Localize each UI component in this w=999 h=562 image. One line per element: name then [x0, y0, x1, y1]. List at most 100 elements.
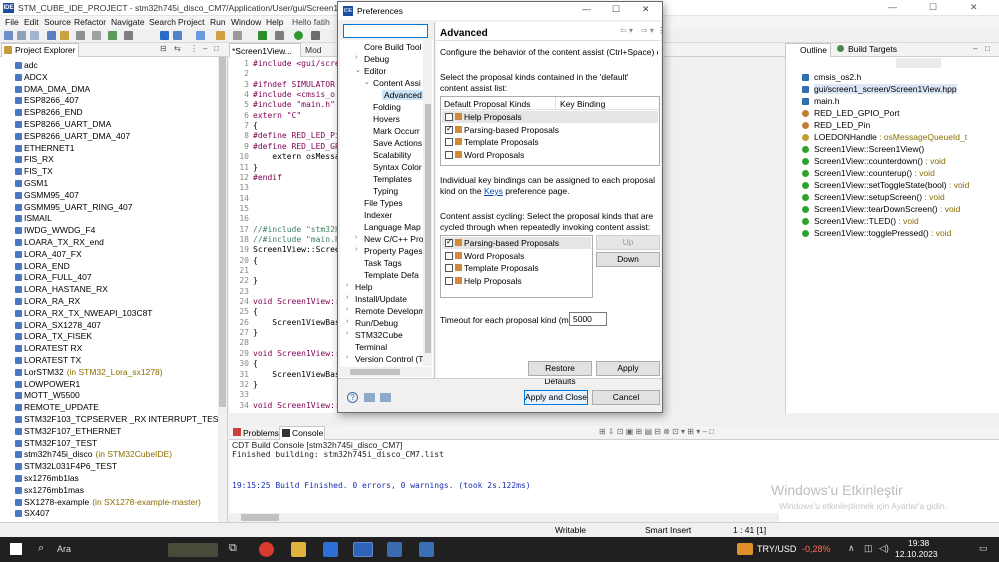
pref-tree-item[interactable]: File Types: [364, 198, 403, 208]
tree-hscroll-thumb[interactable]: [350, 369, 400, 375]
task-view-icon[interactable]: ⧉: [229, 542, 237, 555]
proposal-checkbox[interactable]: [445, 124, 453, 134]
outline-item[interactable]: RED_LED_Pin: [814, 120, 870, 130]
collapsed-arrow-icon[interactable]: ›: [346, 306, 348, 313]
collapsed-arrow-icon[interactable]: ›: [346, 354, 348, 361]
pref-tree-item[interactable]: Terminal: [355, 342, 387, 352]
pref-tree-item[interactable]: Advanced: [382, 90, 423, 100]
outline-item[interactable]: Screen1View::counterup() : void: [814, 168, 935, 178]
collapsed-arrow-icon[interactable]: ›: [355, 234, 357, 241]
pref-tree-item[interactable]: Editor: [364, 66, 386, 76]
pref-tree-item[interactable]: Typing: [373, 186, 398, 196]
code-line[interactable]: Screen1ViewBas: [253, 370, 337, 379]
down-button[interactable]: Down: [596, 252, 660, 267]
page-menu-icon[interactable]: ⋮: [657, 26, 665, 35]
proposal-row[interactable]: Parsing-based Proposals: [442, 237, 591, 249]
code-line[interactable]: void Screen1View::: [253, 401, 337, 410]
volume-icon[interactable]: ◁): [879, 543, 889, 554]
pref-tree-item[interactable]: Debug: [364, 54, 389, 64]
code-line[interactable]: Screen1ViewBas: [253, 318, 337, 327]
outline-item[interactable]: main.h: [814, 96, 840, 106]
pref-tree-item[interactable]: Folding: [373, 102, 401, 112]
restore-defaults-button[interactable]: Restore Defaults: [528, 361, 592, 386]
code-line[interactable]: }: [253, 328, 258, 337]
clock-date[interactable]: 12.10.2023: [895, 549, 938, 559]
export-icon[interactable]: [380, 393, 391, 402]
dialog-minimize-icon[interactable]: —: [582, 4, 591, 14]
project-item[interactable]: sx1276mb1las: [24, 473, 79, 483]
proposal-checkbox[interactable]: [445, 237, 453, 247]
project-item[interactable]: SX407: [24, 508, 50, 518]
pref-tree-item[interactable]: Core Build Tool: [364, 42, 422, 52]
help-icon[interactable]: ?: [347, 392, 358, 403]
pref-tree-item[interactable]: Help: [355, 282, 372, 292]
project-item[interactable]: STM32F107_TEST: [24, 438, 97, 448]
outline-item[interactable]: Screen1View::Screen1View(): [814, 144, 924, 154]
app-icon-3[interactable]: [419, 542, 434, 557]
dialog-sash[interactable]: [434, 22, 435, 378]
keys-link[interactable]: Keys: [484, 186, 503, 196]
stm32cubeide-icon[interactable]: [353, 542, 373, 557]
dialog-maximize-icon[interactable]: ☐: [612, 4, 620, 15]
show-hidden-icons-icon[interactable]: ∧: [848, 543, 855, 554]
expanded-arrow-icon[interactable]: ⌄: [355, 66, 361, 74]
code-line[interactable]: {: [253, 307, 258, 316]
outline-item[interactable]: Screen1View::setToggleState(bool) : void: [814, 180, 969, 190]
cancel-button[interactable]: Cancel: [592, 390, 660, 405]
outline-item[interactable]: Screen1View::togglePressed() : void: [814, 228, 951, 238]
preferences-filter-input[interactable]: [343, 24, 428, 38]
pref-tree-item[interactable]: Indexer: [364, 210, 392, 220]
proposal-row[interactable]: Help Proposals: [442, 275, 591, 287]
outline-item[interactable]: cmsis_os2.h: [814, 72, 861, 82]
pref-tree-item[interactable]: Task Tags: [364, 258, 402, 268]
code-line[interactable]: }: [253, 380, 258, 389]
proposal-checkbox[interactable]: [445, 113, 453, 121]
pref-tree-item[interactable]: Templates: [373, 174, 412, 184]
expanded-arrow-icon[interactable]: ⌄: [364, 78, 370, 86]
proposal-row[interactable]: Word Proposals: [442, 149, 658, 161]
proposal-row[interactable]: Word Proposals: [442, 250, 591, 262]
project-item[interactable]: SX1278-example (in SX1278-example-master): [24, 497, 201, 507]
col-default-kinds[interactable]: Default Proposal Kinds: [444, 99, 530, 109]
outline-item[interactable]: gui/screen1_screen/Screen1View.hpp: [814, 84, 957, 94]
cubemx-icon[interactable]: [323, 542, 338, 557]
windows-start-icon[interactable]: [10, 543, 22, 555]
nav-forward-icon[interactable]: ⇨ ▾: [641, 26, 654, 35]
proposal-checkbox[interactable]: [445, 264, 453, 272]
pref-tree-item[interactable]: Content Assi: [373, 78, 421, 88]
up-button[interactable]: Up: [596, 235, 660, 250]
tab-console[interactable]: Console: [279, 426, 325, 440]
proposal-checkbox[interactable]: [445, 138, 453, 146]
project-item[interactable]: STM32F103_TCPSERVER _RX INTERRUPT_TEST: [24, 414, 218, 424]
project-item[interactable]: sx1276mb1mas: [24, 485, 84, 495]
apply-and-close-button[interactable]: Apply and Close: [524, 390, 588, 405]
tree-hscrollbar[interactable]: [340, 367, 432, 377]
taskbar-search-label[interactable]: Ara: [57, 544, 71, 554]
outline-item[interactable]: RED_LED_GPIO_Port: [814, 108, 900, 118]
proposal-row[interactable]: Parsing-based Proposals: [442, 124, 658, 136]
outline-item[interactable]: Screen1View::setupScreen() : void: [814, 192, 945, 202]
proposal-row[interactable]: Help Proposals: [442, 111, 658, 123]
outline-item[interactable]: Screen1View::counterdown() : void: [814, 156, 946, 166]
tree-vscrollbar[interactable]: [423, 40, 432, 366]
notifications-icon[interactable]: ▭: [979, 543, 988, 554]
proposal-checkbox[interactable]: [445, 150, 453, 159]
outline-item[interactable]: Screen1View::tearDownScreen() : void: [814, 204, 960, 214]
import-icon[interactable]: [364, 393, 375, 402]
project-item[interactable]: STM32F107_ETHERNET: [24, 426, 121, 436]
nav-back-icon[interactable]: ⇦ ▾: [620, 26, 633, 35]
apply-button[interactable]: Apply: [596, 361, 660, 376]
console-scroll-thumb[interactable]: [241, 514, 279, 521]
pref-tree-item[interactable]: Syntax Color: [373, 162, 422, 172]
pref-tree-item[interactable]: Mark Occurr: [373, 126, 420, 136]
pref-tree-item[interactable]: Run/Debug: [355, 318, 398, 328]
outline-item[interactable]: Screen1View::TLED() : void: [814, 216, 919, 226]
outline-item[interactable]: LOEDONHandle : osMessageQueueId_t: [814, 132, 967, 142]
collapsed-arrow-icon[interactable]: ›: [346, 282, 348, 289]
code-line[interactable]: {: [253, 359, 258, 368]
collapsed-arrow-icon[interactable]: ›: [346, 294, 348, 301]
proposal-checkbox[interactable]: [445, 251, 453, 260]
collapsed-arrow-icon[interactable]: ›: [346, 330, 348, 337]
pref-tree-item[interactable]: Save Actions: [373, 138, 422, 148]
pref-tree-item[interactable]: Hovers: [373, 114, 400, 124]
